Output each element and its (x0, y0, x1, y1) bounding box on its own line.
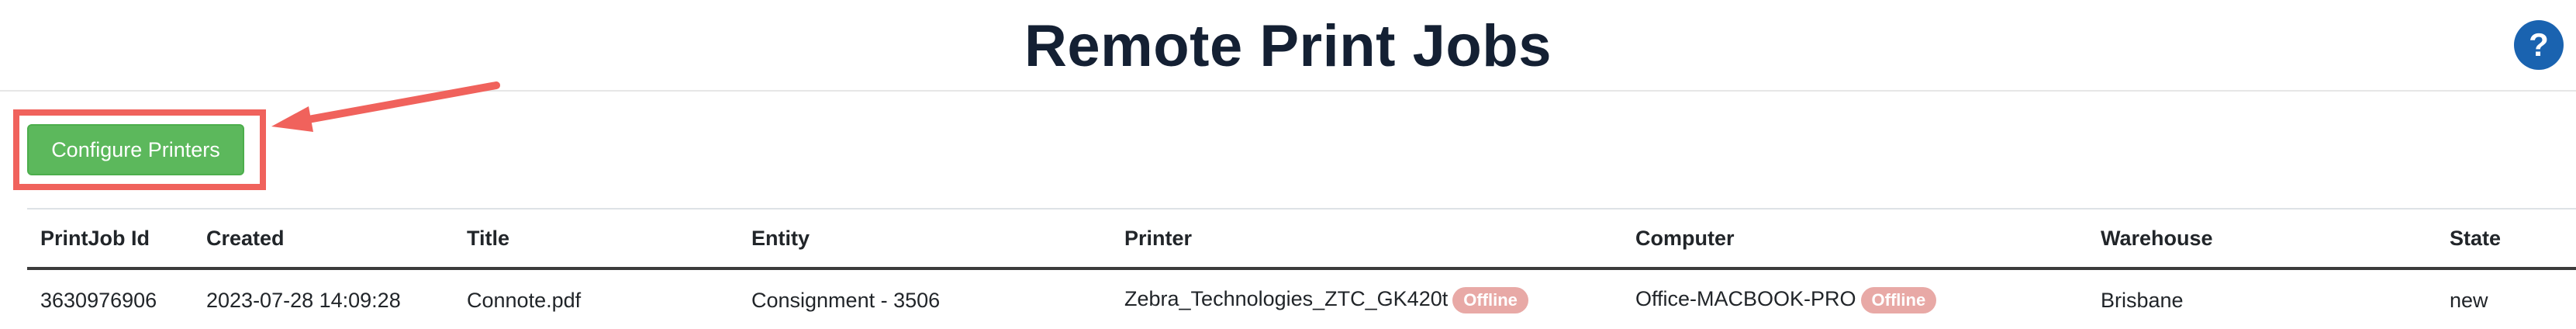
cell-title: Connote.pdf (454, 268, 738, 329)
cell-printer: Zebra_Technologies_ZTC_GK420t Offline (1111, 268, 1622, 329)
cell-created: 2023-07-28 14:09:28 (193, 268, 454, 329)
cell-computer: Office-MACBOOK-PRO Offline (1622, 268, 2087, 329)
cell-entity: Consignment - 3506 (738, 268, 1111, 329)
column-header-printer[interactable]: Printer (1111, 209, 1622, 270)
cell-warehouse: Brisbane (2087, 268, 2436, 329)
column-header-entity[interactable]: Entity (738, 209, 1111, 270)
column-header-title[interactable]: Title (454, 209, 738, 270)
computer-status-badge: Offline (1860, 287, 1937, 313)
annotation-arrow-icon (271, 81, 500, 132)
computer-name: Office-MACBOOK-PRO (1635, 287, 1856, 311)
column-header-computer[interactable]: Computer (1622, 209, 2087, 270)
column-header-state[interactable]: State (2436, 209, 2576, 270)
column-header-warehouse[interactable]: Warehouse (2087, 209, 2436, 270)
cell-printjob-id: 3630976906 (27, 268, 193, 329)
table-row[interactable]: 3630976906 2023-07-28 14:09:28 Connote.p… (27, 268, 2576, 329)
print-jobs-table: PrintJob Id Created Title Entity Printer… (27, 208, 2576, 329)
help-button[interactable]: ? (2514, 20, 2564, 70)
printer-name: Zebra_Technologies_ZTC_GK420t (1124, 287, 1449, 311)
table-header-row: PrintJob Id Created Title Entity Printer… (27, 209, 2576, 270)
cell-state: new (2436, 268, 2576, 329)
column-header-created[interactable]: Created (193, 209, 454, 270)
question-mark-icon: ? (2529, 26, 2549, 63)
printer-status-badge: Offline (1452, 287, 1528, 313)
remote-print-jobs-page: Remote Print Jobs ? Configure Printers P… (0, 0, 2576, 329)
column-header-printjob-id[interactable]: PrintJob Id (27, 209, 193, 270)
